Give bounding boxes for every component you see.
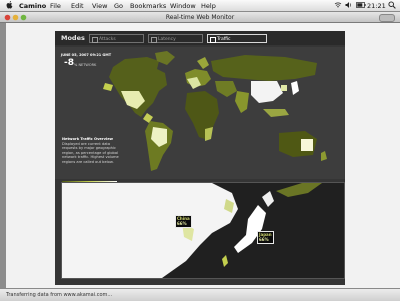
australia-east-region[interactable]: [301, 139, 313, 151]
china-region[interactable]: [251, 81, 283, 103]
status-bar: Transferring data from www.akamai.com...: [0, 288, 400, 301]
description-body: Displayed are current data requests by m…: [62, 141, 119, 164]
russia-east-zoom-region[interactable]: [276, 183, 322, 197]
hokkaido-zoom-region[interactable]: [262, 191, 274, 207]
taiwan-zoom-region[interactable]: [222, 255, 228, 267]
menu-edit[interactable]: Edit: [71, 2, 84, 10]
description-block: Network Traffic Overview Displayed are c…: [62, 137, 120, 165]
toolbar-toggle-button[interactable]: [379, 14, 395, 22]
japan-region[interactable]: [291, 81, 299, 95]
world-map-panel: JUNE 05, 2007 09:21 GMT -8 % NETWORK Net…: [55, 47, 345, 190]
japan-zoom-region[interactable]: [234, 205, 266, 253]
modes-label: Modes: [61, 34, 85, 42]
menu-view[interactable]: View: [92, 2, 107, 10]
app-menu[interactable]: Camino: [19, 2, 46, 10]
web-monitor-app: Modes Attacks Latency Traffic JUNE 05, 2…: [55, 31, 345, 285]
status-text: Transferring data from www.akamai.com...: [6, 292, 113, 298]
middle-east-region[interactable]: [215, 81, 237, 97]
menu-go[interactable]: Go: [114, 2, 123, 10]
description-heading: Network Traffic Overview: [62, 137, 113, 141]
modes-bar: Modes Attacks Latency Traffic: [55, 31, 345, 45]
volume-icon[interactable]: [345, 1, 352, 9]
traffic-subtext: % NETWORK: [74, 63, 97, 67]
menu-bar: Camino File Edit View Go Bookmarks Windo…: [0, 0, 400, 12]
clock: 21:21: [367, 1, 386, 10]
china-callout[interactable]: China 66%: [175, 215, 192, 228]
battery-icon[interactable]: [356, 2, 366, 8]
checkbox-icon: [210, 37, 216, 43]
korea-region[interactable]: [281, 85, 287, 91]
apple-icon[interactable]: [6, 1, 13, 9]
menu-window[interactable]: Window: [170, 2, 196, 10]
traffic-value: -8: [64, 58, 74, 68]
alaska-region[interactable]: [103, 83, 113, 91]
southeast-asia-region[interactable]: [263, 109, 289, 117]
window-title: Real-time Web Monitor: [165, 13, 235, 21]
window-titlebar: Real-time Web Monitor: [0, 12, 400, 23]
spotlight-icon[interactable]: [388, 1, 396, 9]
menu-file[interactable]: File: [50, 2, 61, 10]
mode-attacks-button[interactable]: Attacks: [89, 34, 144, 43]
mode-latency-button[interactable]: Latency: [148, 34, 203, 43]
china-callout-value: 66%: [177, 220, 187, 226]
menu-help[interactable]: Help: [201, 2, 216, 10]
japan-callout[interactable]: Japan 66%: [257, 231, 274, 244]
china-zoom-region[interactable]: [62, 183, 238, 278]
mode-traffic-button[interactable]: Traffic: [207, 34, 267, 43]
window-left-edge: [0, 23, 6, 288]
scandinavia-region[interactable]: [197, 57, 209, 69]
zoom-map[interactable]: [62, 183, 344, 278]
timestamp: JUNE 05, 2007 09:21 GMT: [61, 53, 112, 57]
new-zealand-region[interactable]: [321, 151, 327, 161]
checkbox-icon: [92, 37, 98, 43]
zoom-detail-panel: China 66% Japan 66%: [61, 182, 345, 279]
africa-region[interactable]: [185, 91, 219, 139]
japan-callout-value: 66%: [259, 236, 269, 242]
south-africa-region[interactable]: [205, 127, 213, 141]
checkbox-icon: [151, 37, 157, 43]
india-region[interactable]: [235, 91, 249, 113]
russia-region[interactable]: [211, 55, 317, 81]
menu-bookmarks[interactable]: Bookmarks: [130, 2, 166, 10]
wifi-icon[interactable]: [334, 1, 342, 9]
